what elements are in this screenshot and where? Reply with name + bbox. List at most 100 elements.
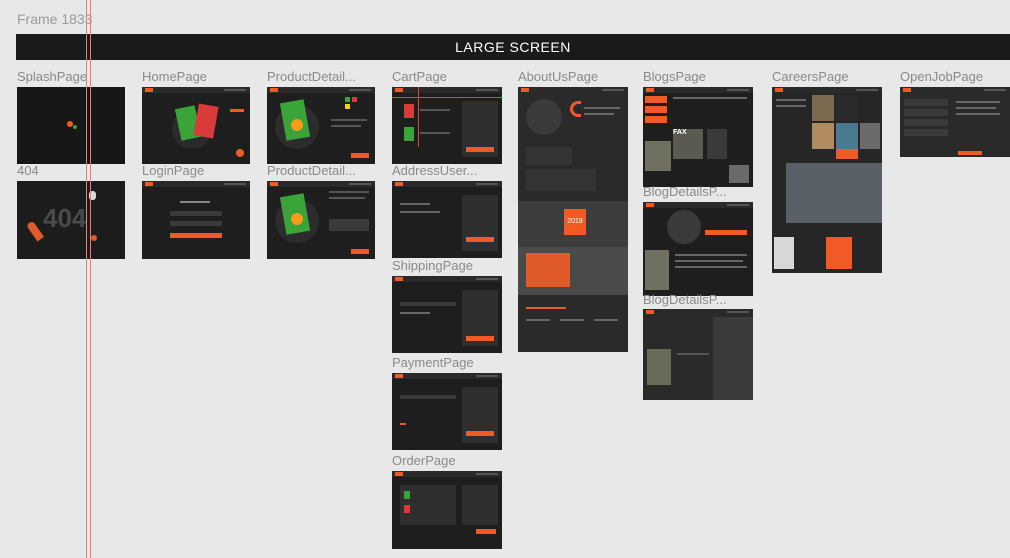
blog-card-image xyxy=(645,141,671,171)
blog-text-line xyxy=(675,260,743,262)
thumb-careers-page[interactable] xyxy=(772,87,882,273)
continue-button xyxy=(466,237,494,242)
careers-orange-card xyxy=(826,237,852,269)
add-to-cart-button xyxy=(351,153,369,158)
about-orange-block xyxy=(526,253,570,287)
label-blog-details-page[interactable]: BlogDetailsP... xyxy=(643,184,753,199)
thumb-header xyxy=(392,471,502,477)
label-blog-details-page-2[interactable]: BlogDetailsP... xyxy=(643,292,753,307)
job-text-line xyxy=(956,107,996,109)
label-splash-page[interactable]: SplashPage xyxy=(17,69,87,84)
label-about-us-page[interactable]: AboutUsPage xyxy=(518,69,598,84)
order-item-green-icon xyxy=(404,491,410,499)
rocket-icon xyxy=(25,220,45,242)
label-product-detail-page-2[interactable]: ProductDetail... xyxy=(267,163,375,178)
thumb-about-us-page[interactable]: 2019 xyxy=(518,87,628,352)
error-code-text: 404 xyxy=(43,203,87,233)
thumb-home-page[interactable] xyxy=(142,87,250,164)
cart-guide-vertical xyxy=(418,87,419,147)
product-text-line xyxy=(331,125,361,127)
banner-label: LARGE SCREEN xyxy=(455,39,571,55)
product-badge-icon xyxy=(291,119,303,131)
payment-option xyxy=(400,423,406,425)
job-list-item xyxy=(904,119,948,126)
add-to-cart-button xyxy=(351,249,369,254)
blog-text-line xyxy=(677,353,709,355)
snack-pack-red-icon xyxy=(193,103,219,139)
thumb-order-page[interactable] xyxy=(392,471,502,549)
label-payment-page[interactable]: PaymentPage xyxy=(392,355,474,370)
product-text-line xyxy=(329,197,365,199)
login-input xyxy=(170,211,222,216)
blog-cta-button xyxy=(705,230,747,235)
home-cta-button xyxy=(230,109,244,112)
thumb-blogs-page[interactable]: FAX xyxy=(643,87,753,187)
large-screen-banner[interactable]: LARGE SCREEN xyxy=(16,34,1010,60)
job-list-item xyxy=(904,129,948,136)
label-404-page[interactable]: 404 xyxy=(17,163,39,178)
cart-item-red-icon xyxy=(404,104,414,118)
careers-orange-block xyxy=(836,149,858,159)
thumb-header xyxy=(392,276,502,282)
planet-icon xyxy=(91,235,97,241)
label-shipping-page[interactable]: ShippingPage xyxy=(392,258,473,273)
thumb-header xyxy=(267,87,375,93)
label-careers-page[interactable]: CareersPage xyxy=(772,69,849,84)
order-summary-panel xyxy=(462,485,498,525)
place-order-button xyxy=(476,529,496,534)
label-product-detail-page[interactable]: ProductDetail... xyxy=(267,69,375,84)
thumb-open-job-page[interactable] xyxy=(900,87,1010,157)
login-input xyxy=(170,221,222,226)
thumb-header xyxy=(643,87,753,93)
about-text-line xyxy=(584,113,614,115)
address-summary-panel xyxy=(462,195,498,251)
about-text-line xyxy=(526,319,550,321)
thumb-header xyxy=(142,87,250,93)
product-badge-icon xyxy=(291,213,303,225)
careers-person-photo xyxy=(774,237,794,269)
design-canvas[interactable]: Frame 1833 LARGE SCREEN SplashPage HomeP… xyxy=(0,0,1010,558)
frame-title[interactable]: Frame 1833 xyxy=(17,11,92,27)
cart-line xyxy=(420,132,450,134)
label-open-job-page[interactable]: OpenJobPage xyxy=(900,69,983,84)
thumb-blog-details-page-2[interactable] xyxy=(643,309,753,400)
thumb-404-page[interactable]: 404 xyxy=(17,181,125,259)
careers-photo xyxy=(812,123,834,149)
job-text-line xyxy=(956,113,1000,115)
label-login-page[interactable]: LoginPage xyxy=(142,163,204,178)
about-year-badge: 2019 xyxy=(564,209,586,235)
thumb-address-user-page[interactable] xyxy=(392,181,502,258)
label-address-user-page[interactable]: AddressUser... xyxy=(392,163,502,178)
label-cart-page[interactable]: CartPage xyxy=(392,69,447,84)
address-text-line xyxy=(400,203,430,205)
address-text-line xyxy=(400,211,440,213)
careers-text-line xyxy=(776,99,806,101)
cart-line xyxy=(420,109,450,111)
label-blogs-page[interactable]: BlogsPage xyxy=(643,69,706,84)
variant-red-icon xyxy=(352,97,357,102)
checkout-button xyxy=(466,147,494,152)
thumb-cart-page[interactable] xyxy=(392,87,502,164)
thumb-login-page[interactable] xyxy=(142,181,250,259)
about-card xyxy=(526,169,596,191)
job-text-line xyxy=(956,101,1000,103)
thumb-product-detail-page[interactable] xyxy=(267,87,375,164)
continue-button xyxy=(466,336,494,341)
thumb-splash-page[interactable] xyxy=(17,87,125,164)
order-item-red-icon xyxy=(404,505,410,513)
about-card xyxy=(526,147,572,165)
thumb-payment-page[interactable] xyxy=(392,373,502,450)
label-order-page[interactable]: OrderPage xyxy=(392,453,456,468)
thumb-blog-details-page[interactable] xyxy=(643,202,753,296)
blog-sidebar xyxy=(713,317,753,400)
thumb-product-detail-page-2[interactable] xyxy=(267,181,375,259)
thumb-header xyxy=(772,87,882,93)
label-home-page[interactable]: HomePage xyxy=(142,69,207,84)
thumb-header xyxy=(643,202,753,208)
product-text-line xyxy=(331,119,367,121)
cart-item-green-icon xyxy=(404,127,414,141)
thumb-shipping-page[interactable] xyxy=(392,276,502,353)
cart-guide-horizontal xyxy=(392,97,502,98)
blog-category-button xyxy=(645,96,667,103)
about-text-line xyxy=(594,319,618,321)
